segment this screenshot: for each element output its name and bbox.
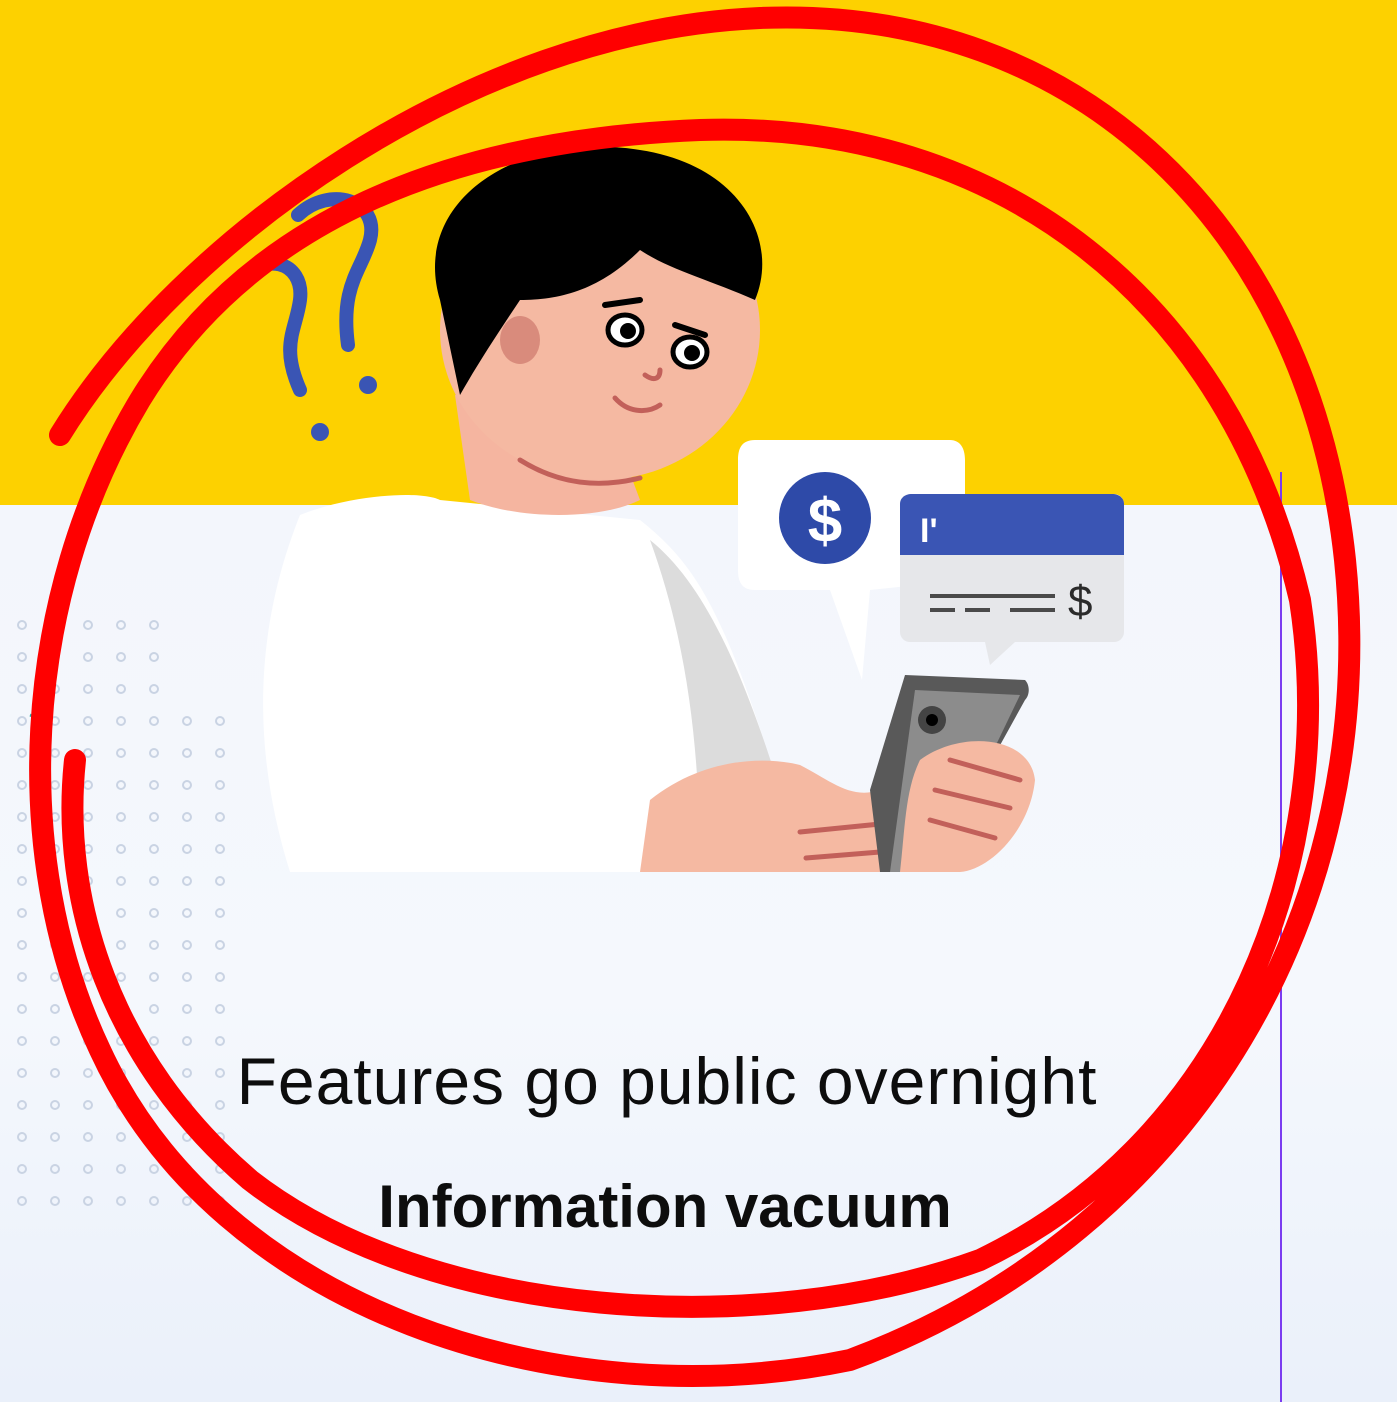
outer-annotation-circle [29, 6, 1361, 1387]
red-annotation-circles [29, 6, 1361, 1387]
slide-canvas: $ I' $ Features go public overnight Info… [0, 0, 1397, 1402]
